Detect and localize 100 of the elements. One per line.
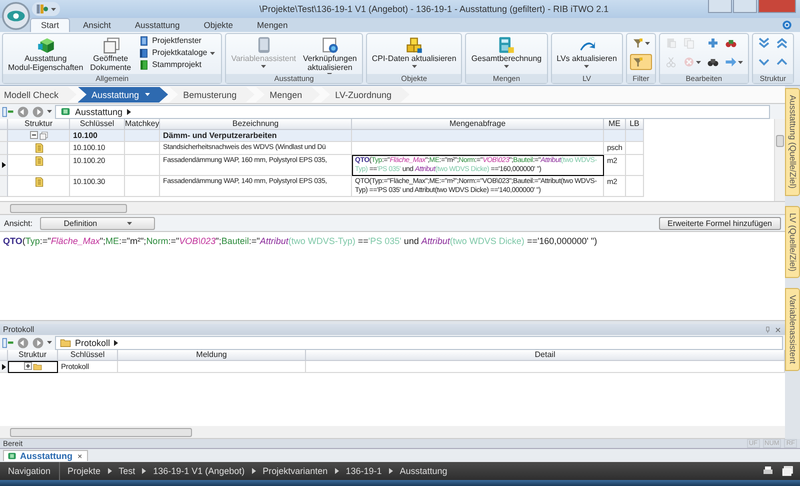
breadcrumb-link[interactable]: Projekte (68, 466, 101, 476)
column-header[interactable]: Matchkey (125, 119, 160, 130)
funnel-icon (632, 37, 644, 49)
scrollbar[interactable] (0, 426, 785, 439)
ribbon-button[interactable]: Projektfenster (136, 35, 218, 47)
delete-icon (682, 56, 695, 68)
table-cell (626, 176, 644, 197)
add-formula-button[interactable]: Erweiterte Formel hinzufügen (658, 216, 781, 230)
column-header[interactable]: Meldung (118, 350, 306, 361)
breadcrumb-link[interactable]: 136-19-1 V1 (Angebot) (153, 466, 245, 476)
arrow-icon (114, 340, 118, 346)
caret-icon (51, 8, 56, 10)
ribbon-button[interactable]: Projektkataloge (136, 47, 218, 59)
close-icon (774, 326, 782, 334)
path-field[interactable]: Protokoll (55, 336, 783, 350)
side-panel-tab[interactable]: LV (Quelle/Ziel) (785, 206, 800, 278)
caret-icon (261, 64, 266, 68)
help-icon (782, 20, 792, 30)
caret-icon (127, 222, 132, 224)
column-header[interactable]: Schlüssel (70, 119, 125, 130)
double-chevron-up-icon (776, 37, 788, 49)
documents-icon (102, 36, 120, 54)
side-panel-tab[interactable]: Ausstattung (Quelle/Ziel) (785, 88, 800, 196)
key-cell: 10.100 (70, 130, 125, 142)
ribbon-tab[interactable]: Mengen (246, 18, 299, 32)
formula-editor[interactable]: QTO(Typ:="Fläche_Max";ME:="m²";Norm:="VOB\023";Bauteil:="Attribut(two WDVS-Typ) =='PS 035' und Attribut(two WDVS Dicke) =='160,000000' ") (0, 231, 785, 321)
formula-text: QTO(Typ:="Fläche_Max";ME:="m²";Norm:="VOB\023";Bauteil:="Attribut(two WDVS-Typ) =='PS 035' und Attribut(two WDVS Dicke) =='160,000000' ") (3, 236, 598, 246)
caret-icon (504, 64, 509, 68)
view-dropdown[interactable]: Definition (40, 216, 156, 230)
globe-document-icon (320, 36, 339, 54)
expander-icon[interactable] (30, 131, 38, 139)
windows-icon (782, 465, 794, 477)
ribbon-button[interactable]: CPI-Daten aktualisieren (370, 35, 458, 68)
column-header[interactable]: Struktur (8, 350, 58, 361)
chevron-down-icon (758, 56, 770, 68)
expander-icon[interactable] (24, 362, 32, 370)
close-button[interactable] (758, 0, 796, 13)
column-header[interactable]: Bezeichnung (160, 119, 352, 130)
window-icon (139, 36, 150, 46)
book-icon (139, 60, 150, 70)
window-title: \Projekte\Test\136-19-1 V1 (Angebot) - 136-19-1 - Ausstattung (gefiltert) - RIB iTWO 2.1 (258, 4, 610, 14)
breadcrumb-link[interactable]: Projektvarianten (262, 466, 328, 476)
table-cell (125, 176, 160, 197)
table-cell (626, 142, 644, 155)
workflow-step[interactable]: Ausstattung (78, 86, 168, 102)
close-button[interactable]: × (76, 452, 84, 460)
column-header[interactable]: ME (604, 119, 626, 130)
view-label: Ansicht: (4, 218, 32, 228)
document-icon (34, 156, 44, 166)
forward-icon (32, 336, 44, 348)
caret-icon (644, 42, 650, 44)
column-header[interactable]: LB (626, 119, 644, 130)
breadcrumb-link[interactable]: 136-19-1 (346, 466, 382, 476)
copy-icon (682, 37, 695, 49)
ribbon-tab[interactable]: Objekte (192, 18, 244, 32)
row-pointer-icon (2, 162, 6, 168)
minimize-button[interactable] (708, 0, 732, 13)
ribbon-tab[interactable]: Ausstattung (124, 18, 191, 32)
breadcrumb-link[interactable]: Ausstattung (400, 466, 448, 476)
workflow-step[interactable]: Modell Check (0, 86, 77, 102)
breadcrumb-link[interactable]: Test (118, 466, 136, 476)
tree-view-icon (2, 106, 14, 118)
side-panel-tab[interactable]: Variablenassistent (785, 288, 800, 371)
ribbon-tab[interactable]: Ansicht (72, 18, 122, 32)
ribbon-tab[interactable]: Start (30, 18, 70, 32)
arrow-icon (126, 108, 131, 114)
caret-icon (145, 93, 150, 96)
separator-icon (142, 468, 146, 474)
funnel-icon (632, 56, 644, 68)
workflow-step[interactable]: Mengen (256, 86, 320, 102)
paste-icon (664, 37, 677, 49)
document-tab[interactable]: Ausstattung × (3, 450, 88, 461)
ribbon-button[interactable]: Stammprojekt (136, 59, 218, 71)
unit-cell (604, 130, 626, 142)
caret-icon (696, 60, 701, 64)
path-field[interactable]: Ausstattung (55, 104, 770, 118)
calculator-icon (497, 36, 516, 54)
quick-access-toolbar[interactable] (32, 2, 60, 16)
column-header[interactable]: Struktur (8, 119, 70, 130)
ribbon-button[interactable]: Gesamtberechnung (469, 35, 544, 68)
ribbon-button[interactable]: Geöffnete Dokumente (88, 35, 134, 73)
column-header[interactable]: Detail (306, 350, 785, 361)
maximize-button[interactable] (733, 0, 757, 13)
caret-icon (412, 64, 417, 68)
column-header[interactable]: Mengenabfrage (352, 119, 604, 130)
separator-icon (334, 468, 339, 474)
back-icon (17, 106, 29, 118)
row-pointer-icon (2, 364, 6, 370)
header-cell (0, 119, 8, 130)
scrollbar[interactable] (774, 119, 785, 201)
workflow-step[interactable]: Bemusterung (169, 86, 255, 102)
double-chevron-down-icon (758, 37, 770, 49)
document-icon (34, 177, 44, 187)
ribbon-button[interactable]: LVs aktualisieren (554, 35, 619, 68)
ribbon-button[interactable]: Ausstattung Modul-Eigenschaften (6, 35, 86, 73)
scrollbar[interactable] (0, 202, 785, 215)
column-header[interactable]: Schlüssel (58, 350, 118, 361)
binoculars-icon (724, 37, 737, 49)
workflow-step[interactable]: LV-Zuordnung (321, 86, 410, 102)
pin-icon (764, 326, 772, 334)
